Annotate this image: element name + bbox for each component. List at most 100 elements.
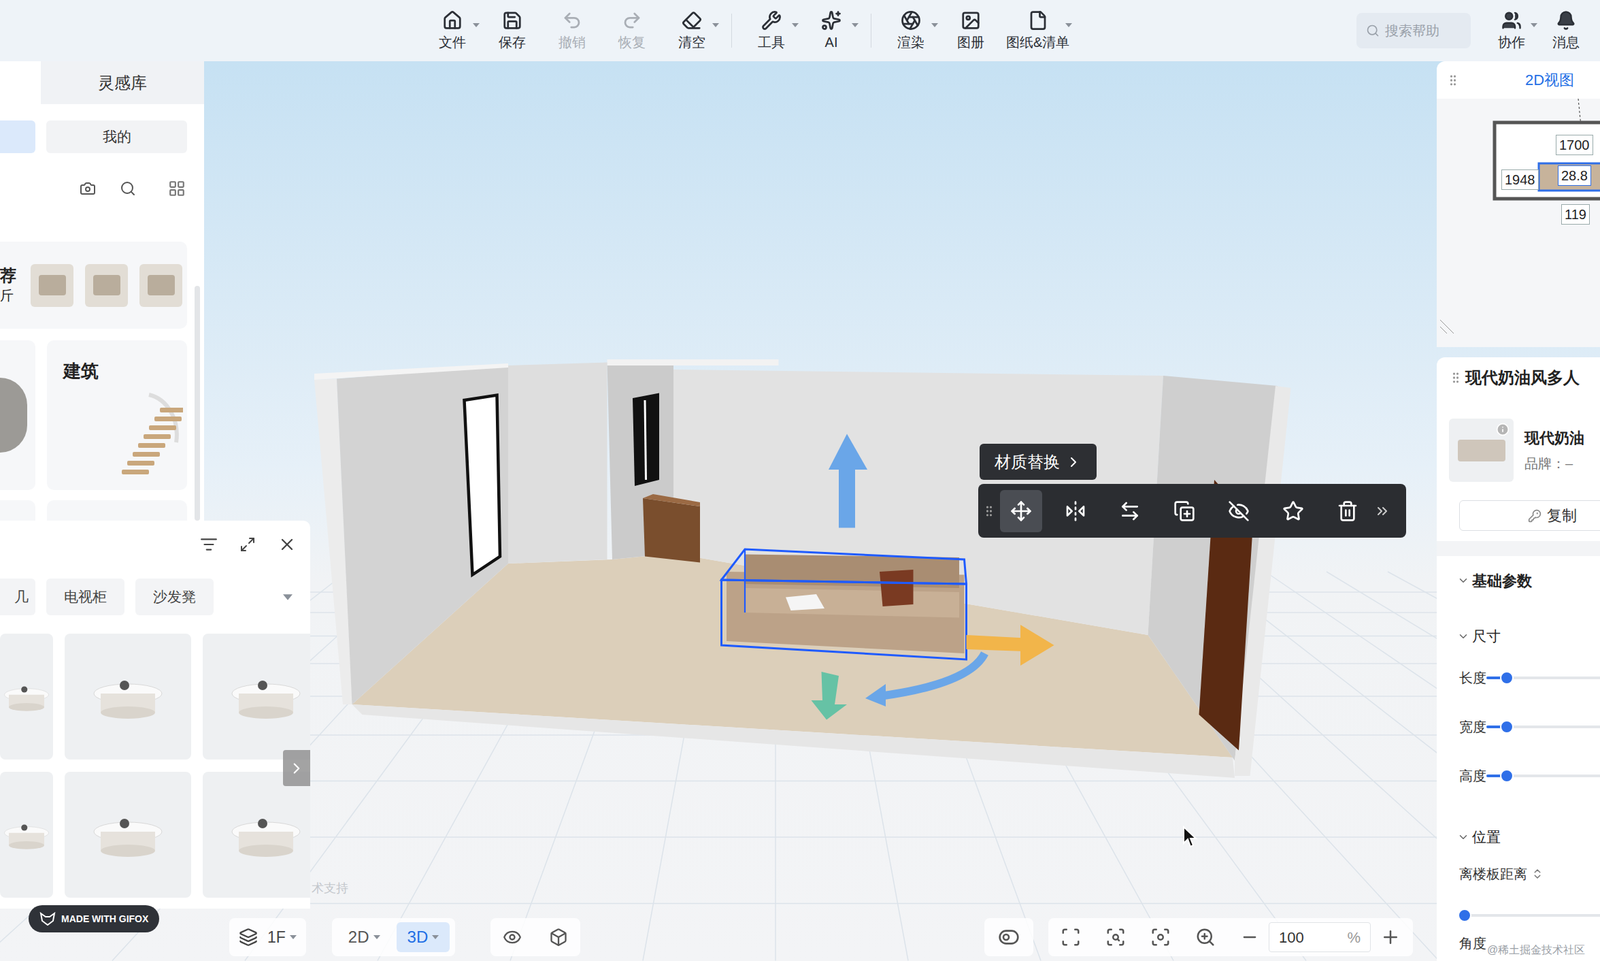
object-tool-icon <box>1173 500 1196 522</box>
furniture-item[interactable] <box>64 633 192 760</box>
furniture-icon <box>225 665 307 728</box>
furniture-item[interactable] <box>202 633 311 760</box>
caret-icon <box>791 23 799 28</box>
user-tool[interactable]: 消息 <box>1538 0 1594 62</box>
next-button[interactable] <box>282 749 311 786</box>
featured-thumb[interactable] <box>30 263 74 307</box>
library-search[interactable] <box>0 168 205 209</box>
grid-icon[interactable] <box>168 179 186 198</box>
toolbar-button[interactable]: 图纸&清单 <box>1000 0 1075 62</box>
slider[interactable] <box>1486 768 1600 783</box>
category-chip[interactable]: 沙发凳 <box>135 578 214 615</box>
zoom-input[interactable]: 100% <box>1268 921 1371 952</box>
focus-icon[interactable] <box>1150 926 1171 947</box>
view-mode[interactable]: 3D <box>396 921 451 952</box>
toolbar-icon <box>681 10 703 31</box>
slider[interactable] <box>1459 908 1600 922</box>
subtab[interactable] <box>0 120 36 154</box>
toolbar-button[interactable]: 清空 <box>661 0 722 62</box>
grip-icon[interactable] <box>982 504 996 518</box>
selection-box <box>721 548 967 660</box>
cabinet <box>642 497 700 563</box>
toolbar-button[interactable]: AI <box>801 0 862 62</box>
chevron-right-icon <box>287 759 306 777</box>
inspiration-card[interactable]: 建筑 <box>46 340 188 490</box>
material-tooltip[interactable]: 材质替换 <box>979 443 1097 480</box>
furniture-item[interactable] <box>0 633 54 760</box>
product-thumb[interactable] <box>1448 418 1514 482</box>
slider[interactable] <box>1486 719 1600 734</box>
eye-icon[interactable] <box>502 927 522 947</box>
library-tab[interactable]: 灵感库 <box>40 61 205 105</box>
category-chip[interactable]: 几 <box>0 578 36 615</box>
object-tool[interactable] <box>1272 489 1315 532</box>
furniture-icon <box>225 804 307 866</box>
object-tool[interactable] <box>1054 489 1097 532</box>
toolbar-separator <box>731 13 732 48</box>
more-icon[interactable] <box>1374 502 1391 520</box>
toolbar-button[interactable]: 文件 <box>422 0 483 62</box>
object-tool[interactable] <box>1217 489 1260 532</box>
caret-icon <box>431 934 439 939</box>
library-tab[interactable] <box>0 61 41 105</box>
section-header[interactable]: 基础参数 <box>1457 559 1600 601</box>
scan-settings-icon[interactable] <box>1105 926 1126 947</box>
furniture-item[interactable] <box>64 771 192 898</box>
info-icon[interactable] <box>1495 422 1510 437</box>
grip-icon[interactable] <box>1446 73 1460 88</box>
chevron-down-icon <box>1457 629 1470 643</box>
object-tool[interactable] <box>1326 489 1369 532</box>
floor-select[interactable]: 1F <box>267 925 297 949</box>
toggle-icon[interactable] <box>997 925 1020 948</box>
layers-icon[interactable] <box>238 927 258 947</box>
close-icon[interactable] <box>277 534 297 554</box>
view-mode[interactable]: 2D <box>337 921 392 952</box>
dimension-label: 1700 <box>1555 134 1594 156</box>
grip-icon[interactable] <box>1448 370 1463 385</box>
toolbar-button[interactable]: 图册 <box>940 0 1001 62</box>
featured-thumb[interactable] <box>85 263 128 307</box>
section-header[interactable]: 位置 <box>1457 819 1600 854</box>
object-tool-icon <box>1119 500 1141 522</box>
category-chip[interactable]: 电视柜 <box>46 578 125 615</box>
search-help[interactable]: 搜索帮助 <box>1356 12 1471 49</box>
camera-icon[interactable] <box>79 180 96 197</box>
minus-icon[interactable] <box>1240 927 1260 947</box>
inspiration-card[interactable] <box>0 340 36 490</box>
featured-card[interactable]: 荐斤 <box>0 241 188 329</box>
object-tool[interactable] <box>1108 489 1152 532</box>
object-tool[interactable] <box>1000 489 1043 532</box>
object-toolbar <box>978 483 1407 538</box>
section-header[interactable]: 尺寸 <box>1457 619 1600 654</box>
box-icon[interactable] <box>548 927 569 947</box>
search-icon[interactable] <box>119 180 137 197</box>
toolbar-button[interactable]: 渲染 <box>880 0 941 62</box>
plan-canvas[interactable]: 1700194828.8119 <box>1436 98 1600 347</box>
stepper-icon[interactable] <box>1531 867 1544 880</box>
scrollbar[interactable] <box>194 285 200 521</box>
furniture-icon <box>87 665 169 728</box>
plus-icon[interactable] <box>1380 926 1401 947</box>
furniture-item[interactable] <box>0 771 54 898</box>
expand-icon[interactable] <box>239 536 256 553</box>
right-column: 2D视图1700194828.8119现代奶油风多人现代奶油品牌：–复制基础参数… <box>1436 61 1600 961</box>
sort-icon[interactable] <box>200 535 218 554</box>
staircase-icon <box>108 387 183 483</box>
subtab[interactable]: 我的 <box>46 120 188 154</box>
toolbar-icon <box>442 10 463 31</box>
toolbar-icon <box>1027 10 1049 31</box>
property-field: 宽度 <box>1459 702 1600 752</box>
furniture-item[interactable] <box>202 771 311 898</box>
scan-icon[interactable] <box>1060 926 1081 947</box>
toolbar-button[interactable]: 保存 <box>482 0 543 62</box>
bottom-toolbar: 1F 2D3D 100% <box>229 912 1437 961</box>
slider[interactable] <box>1486 670 1600 685</box>
user-tool[interactable]: 协作 <box>1484 0 1539 62</box>
toolbar-button[interactable]: 恢复 <box>602 0 662 62</box>
copy-button[interactable]: 复制 <box>1459 500 1600 531</box>
zoom-icon[interactable] <box>1195 926 1216 947</box>
toolbar-button[interactable]: 工具 <box>741 0 802 62</box>
object-tool[interactable] <box>1163 489 1206 532</box>
toolbar-button[interactable]: 撤销 <box>542 0 603 62</box>
featured-thumb[interactable] <box>139 263 183 307</box>
